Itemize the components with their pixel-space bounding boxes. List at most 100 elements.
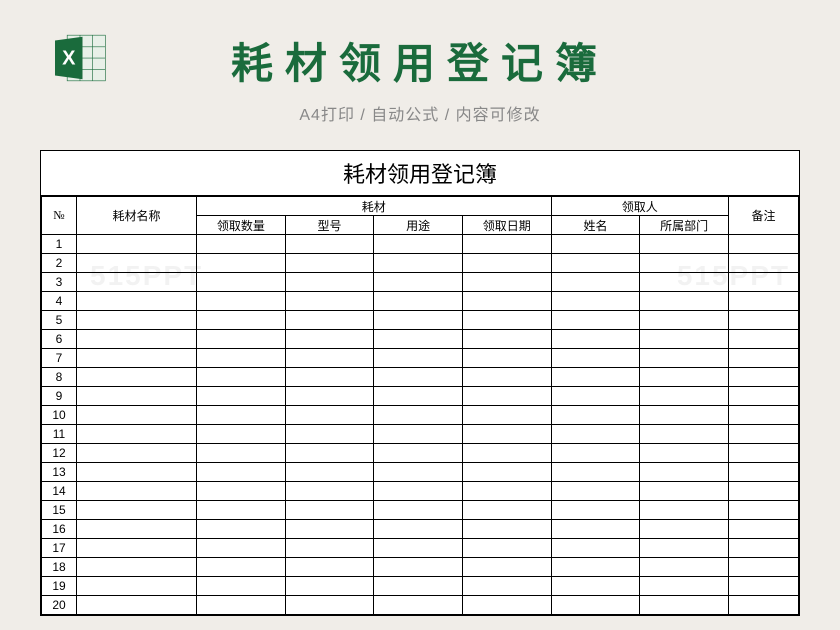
cell[interactable] [462, 558, 551, 577]
cell[interactable] [285, 444, 374, 463]
cell[interactable] [729, 463, 799, 482]
cell[interactable] [285, 558, 374, 577]
cell[interactable] [729, 539, 799, 558]
cell[interactable] [374, 368, 463, 387]
cell[interactable] [551, 539, 640, 558]
cell[interactable] [729, 292, 799, 311]
cell[interactable] [729, 444, 799, 463]
cell[interactable] [551, 463, 640, 482]
cell[interactable] [374, 311, 463, 330]
cell[interactable] [374, 273, 463, 292]
cell[interactable] [197, 406, 286, 425]
cell[interactable] [197, 235, 286, 254]
cell[interactable] [551, 444, 640, 463]
cell[interactable] [640, 368, 729, 387]
cell[interactable] [197, 330, 286, 349]
cell[interactable] [77, 539, 197, 558]
cell-no[interactable]: 5 [42, 311, 77, 330]
cell[interactable] [640, 387, 729, 406]
cell[interactable] [640, 444, 729, 463]
cell[interactable] [551, 292, 640, 311]
cell[interactable] [729, 235, 799, 254]
cell[interactable] [640, 406, 729, 425]
cell[interactable] [640, 482, 729, 501]
cell[interactable] [462, 520, 551, 539]
cell[interactable] [462, 577, 551, 596]
cell[interactable] [197, 596, 286, 615]
cell[interactable] [285, 235, 374, 254]
cell[interactable] [551, 406, 640, 425]
cell[interactable] [640, 254, 729, 273]
cell[interactable] [462, 254, 551, 273]
cell[interactable] [374, 463, 463, 482]
cell[interactable] [640, 311, 729, 330]
cell[interactable] [462, 501, 551, 520]
cell[interactable] [462, 596, 551, 615]
cell[interactable] [285, 330, 374, 349]
cell[interactable] [77, 425, 197, 444]
cell[interactable] [729, 520, 799, 539]
cell[interactable] [197, 501, 286, 520]
cell-no[interactable]: 11 [42, 425, 77, 444]
cell[interactable] [197, 444, 286, 463]
cell-no[interactable]: 6 [42, 330, 77, 349]
cell[interactable] [551, 577, 640, 596]
cell[interactable] [374, 254, 463, 273]
cell[interactable] [374, 539, 463, 558]
cell[interactable] [729, 311, 799, 330]
cell[interactable] [640, 520, 729, 539]
cell[interactable] [77, 406, 197, 425]
cell[interactable] [77, 387, 197, 406]
cell[interactable] [197, 463, 286, 482]
cell[interactable] [729, 254, 799, 273]
cell[interactable] [551, 368, 640, 387]
cell[interactable] [729, 406, 799, 425]
cell[interactable] [77, 596, 197, 615]
cell[interactable] [551, 387, 640, 406]
cell[interactable] [197, 368, 286, 387]
cell[interactable] [640, 235, 729, 254]
cell[interactable] [462, 463, 551, 482]
cell[interactable] [77, 577, 197, 596]
cell[interactable] [374, 596, 463, 615]
cell-no[interactable]: 19 [42, 577, 77, 596]
cell[interactable] [374, 482, 463, 501]
cell-no[interactable]: 15 [42, 501, 77, 520]
cell-no[interactable]: 8 [42, 368, 77, 387]
cell-no[interactable]: 16 [42, 520, 77, 539]
cell[interactable] [640, 349, 729, 368]
cell[interactable] [640, 273, 729, 292]
cell[interactable] [374, 520, 463, 539]
cell[interactable] [462, 482, 551, 501]
cell[interactable] [285, 406, 374, 425]
cell[interactable] [462, 406, 551, 425]
cell[interactable] [197, 349, 286, 368]
cell-no[interactable]: 3 [42, 273, 77, 292]
cell-no[interactable]: 4 [42, 292, 77, 311]
cell[interactable] [197, 254, 286, 273]
cell[interactable] [374, 235, 463, 254]
cell[interactable] [374, 501, 463, 520]
cell[interactable] [77, 330, 197, 349]
cell[interactable] [462, 235, 551, 254]
cell[interactable] [77, 463, 197, 482]
cell[interactable] [197, 577, 286, 596]
cell[interactable] [374, 444, 463, 463]
cell[interactable] [729, 330, 799, 349]
cell[interactable] [77, 558, 197, 577]
cell-no[interactable]: 12 [42, 444, 77, 463]
cell-no[interactable]: 17 [42, 539, 77, 558]
cell[interactable] [77, 444, 197, 463]
cell[interactable] [285, 482, 374, 501]
cell[interactable] [374, 558, 463, 577]
cell[interactable] [77, 349, 197, 368]
cell[interactable] [640, 558, 729, 577]
cell[interactable] [374, 330, 463, 349]
cell[interactable] [197, 311, 286, 330]
cell[interactable] [285, 577, 374, 596]
cell[interactable] [285, 254, 374, 273]
cell[interactable] [640, 596, 729, 615]
cell[interactable] [551, 425, 640, 444]
cell-no[interactable]: 9 [42, 387, 77, 406]
cell[interactable] [197, 558, 286, 577]
